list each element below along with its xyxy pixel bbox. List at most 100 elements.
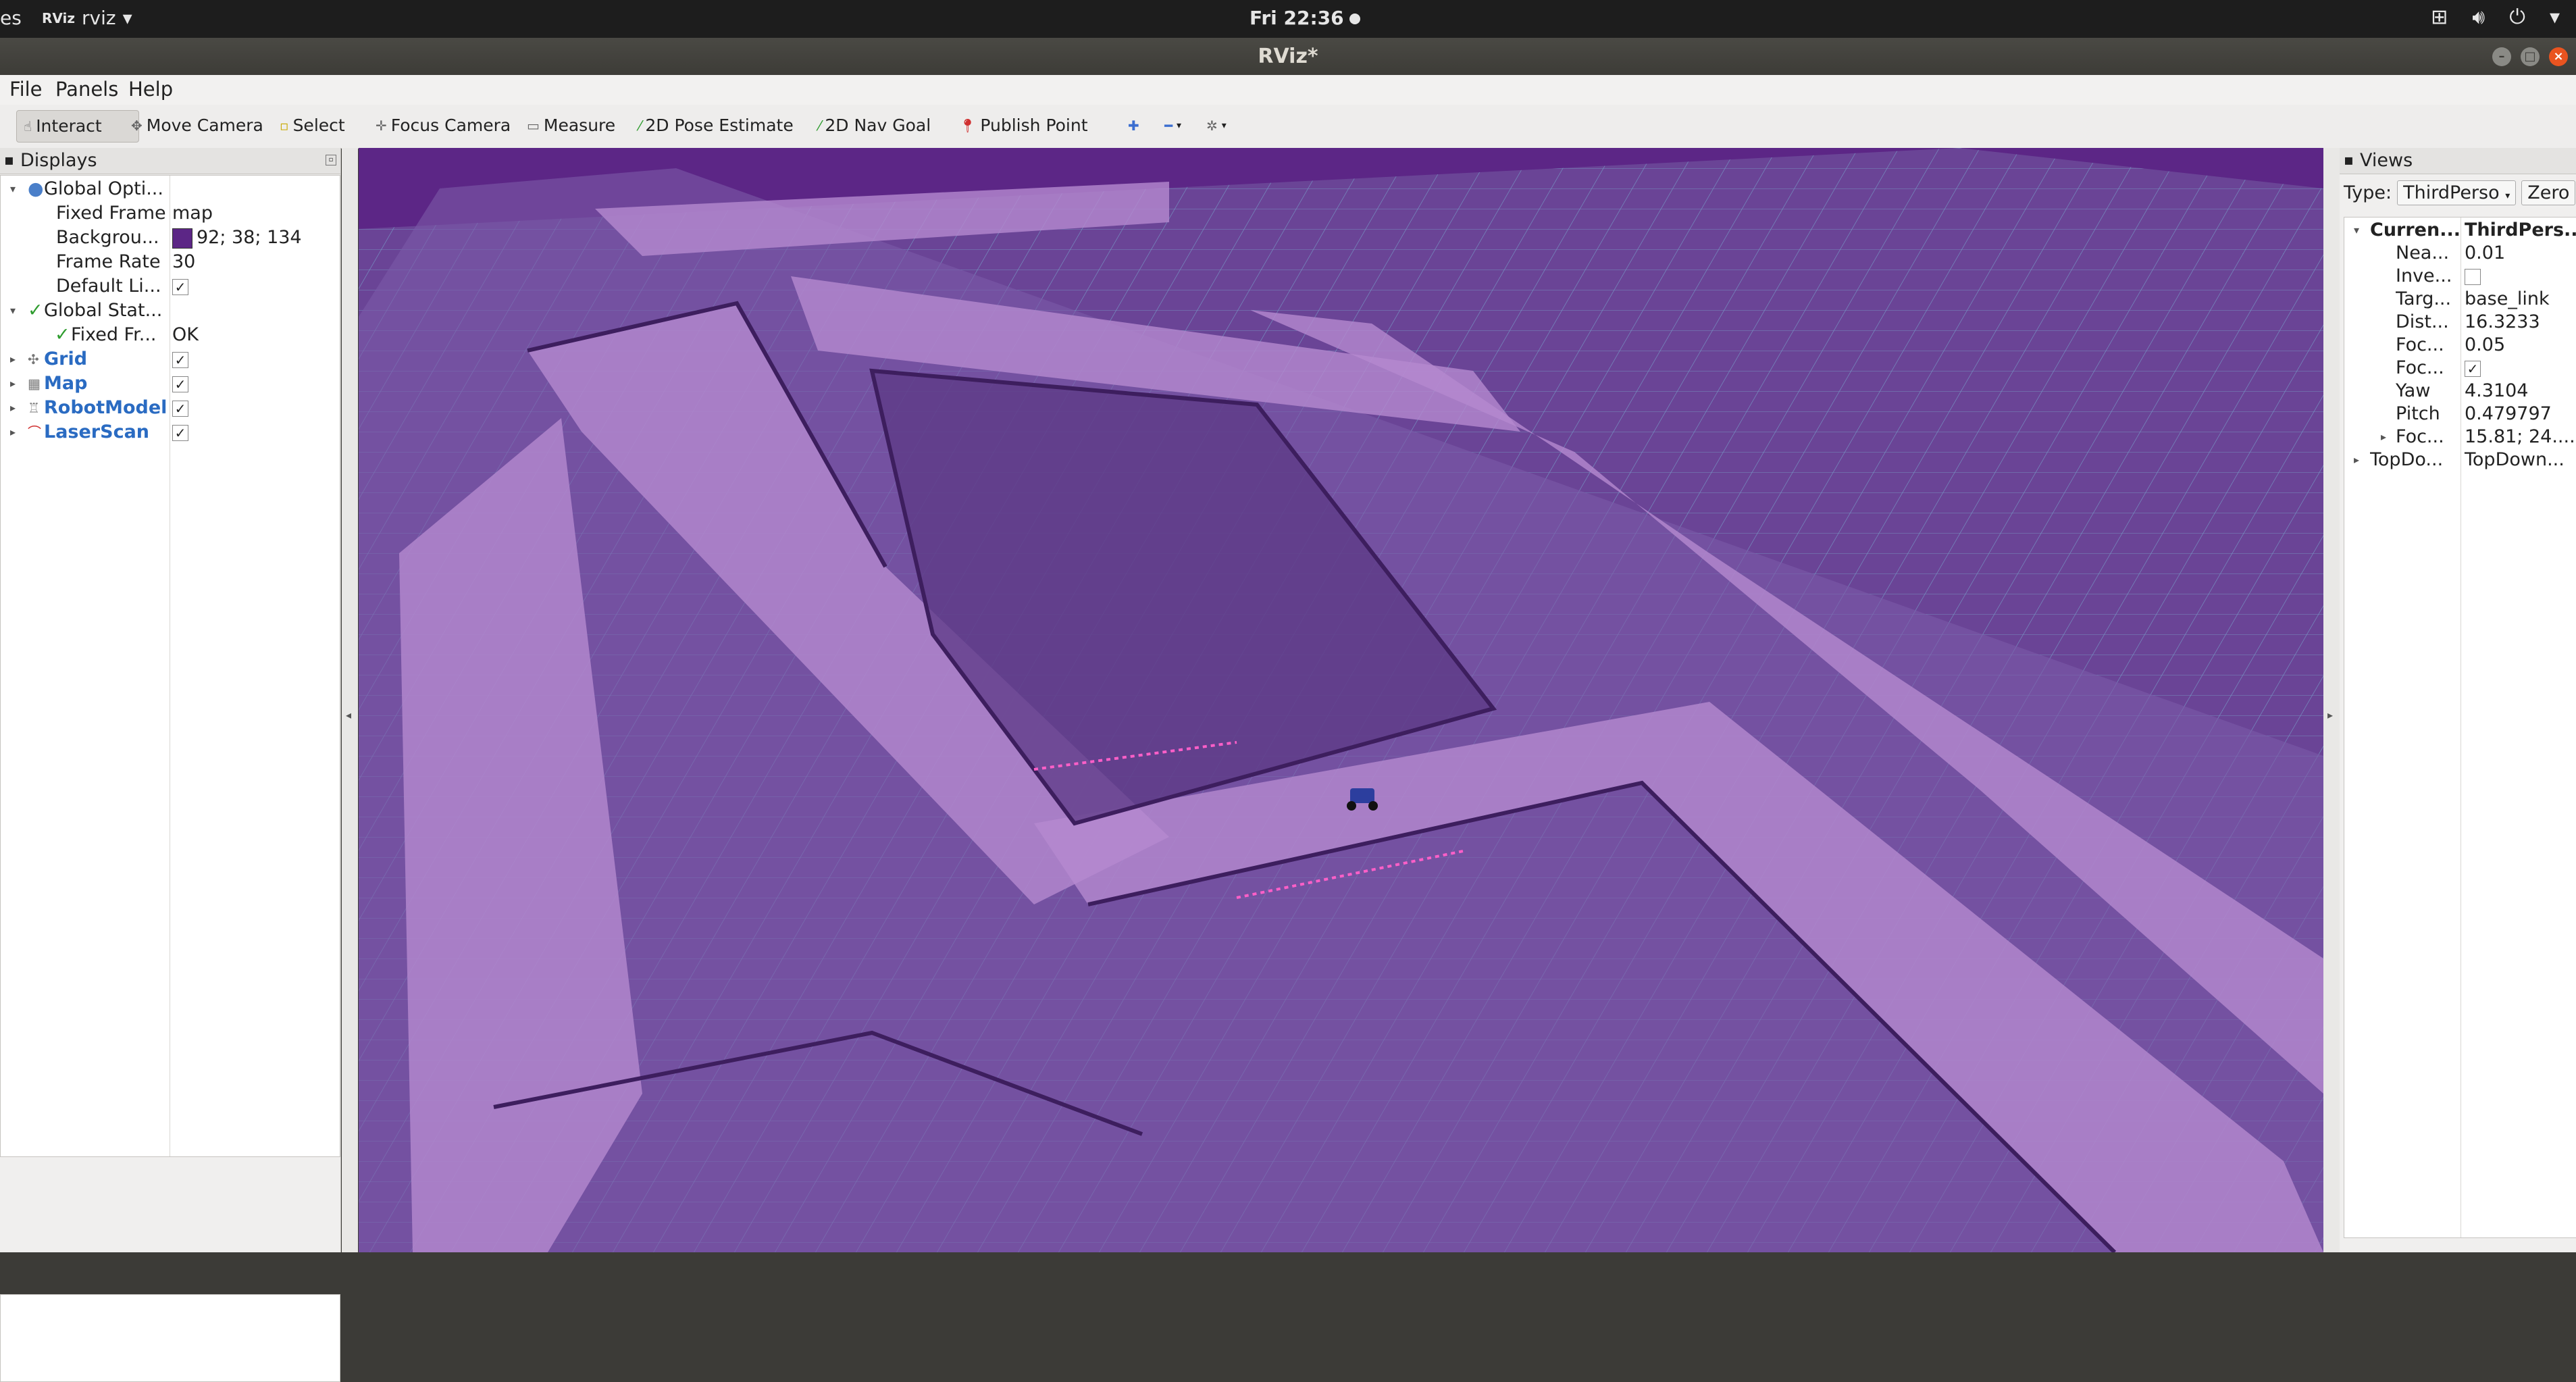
property-description-box [0, 1294, 340, 1382]
background-row[interactable]: Backgrou... 92; 38; 134 [1, 226, 340, 250]
chevron-down-icon[interactable]: ▾ [2550, 5, 2560, 29]
expand-arrow-icon[interactable]: ▸ [10, 347, 16, 372]
zero-button[interactable]: Zero [2521, 180, 2576, 205]
grid-icon: ✣ [28, 351, 39, 367]
fixed-frame-value[interactable]: map [172, 201, 213, 226]
focal-shape-fixed-label: Foc... [2396, 357, 2444, 378]
views-panel-header[interactable]: ▪ Views [2340, 148, 2576, 174]
expand-arrow-icon[interactable]: ▸ [10, 420, 16, 444]
yaw-row[interactable]: Yaw 4.3104 [2344, 380, 2576, 403]
frame-rate-row[interactable]: Frame Rate 30 [1, 250, 340, 274]
left-splitter-handle[interactable]: ◂ [342, 148, 358, 1252]
display-item-laserscan[interactable]: ▸ ⌒ LaserScan ✓ [1, 420, 340, 444]
pitch-row[interactable]: Pitch 0.479797 [2344, 403, 2576, 426]
map-enable-checkbox[interactable]: ✓ [172, 376, 188, 392]
target-frame-value[interactable]: base_link [2465, 288, 2550, 311]
frame-rate-value[interactable]: 30 [172, 250, 195, 274]
background-label: Backgrou... [56, 227, 159, 248]
select-tool-button[interactable]: ▫ Select [273, 110, 352, 141]
collapse-left-icon: ◂ [346, 709, 352, 721]
yaw-value[interactable]: 4.3104 [2465, 380, 2528, 403]
view-type-select[interactable]: ThirdPerso ▾ [2397, 180, 2517, 205]
display-item-map[interactable]: ▸ ▦ Map ✓ [1, 372, 340, 396]
global-options-label: Global Opti... [44, 178, 163, 199]
views-panel: ▪ Views Type: ThirdPerso ▾ Zero ▾ Curren… [2340, 148, 2576, 1252]
displays-panel-header[interactable]: ▪ Displays ▫ [0, 148, 340, 174]
topdown-view-row[interactable]: ▸ TopDo... TopDown... [2344, 449, 2576, 471]
expand-arrow-icon[interactable]: ▾ [10, 177, 16, 201]
robotmodel-enable-checkbox[interactable]: ✓ [172, 400, 188, 417]
menu-help[interactable]: Help [128, 78, 173, 101]
background-value[interactable]: 92; 38; 134 [172, 226, 302, 250]
nav-goal-tool-button[interactable]: ⁄ 2D Nav Goal [812, 110, 937, 141]
focal-point-row[interactable]: ▸ Foc... 15.81; 24.... [2344, 426, 2576, 449]
focus-camera-tool-button[interactable]: ✛ Focus Camera [369, 110, 517, 141]
invert-z-label: Inve... [2396, 265, 2452, 286]
near-clip-value[interactable]: 0.01 [2465, 242, 2505, 265]
expand-arrow-icon[interactable]: ▸ [10, 396, 16, 420]
render-3d-view[interactable] [359, 148, 2323, 1252]
volume-icon[interactable]: 🔊︎ [2472, 5, 2485, 29]
move-camera-tool-button[interactable]: ✥ Move Camera [124, 110, 270, 141]
activities-button[interactable]: es [0, 7, 22, 29]
gear-icon: ✲ [1206, 118, 1218, 134]
fixed-frame-row[interactable]: Fixed Frame map [1, 201, 340, 226]
expand-arrow-icon[interactable]: ▸ [2381, 426, 2386, 449]
tool-properties-button[interactable]: ✲ ▾ [1200, 110, 1233, 141]
views-tree: ▾ Curren... ThirdPers... Nea... 0.01 Inv… [2344, 217, 2576, 1238]
focal-shape-fixed-row[interactable]: Foc... ✓ [2344, 357, 2576, 380]
minimize-button[interactable]: – [2492, 47, 2511, 66]
publish-point-tool-button[interactable]: 📍︎ Publish Point [952, 110, 1095, 141]
expand-arrow-icon[interactable]: ▸ [10, 372, 16, 396]
distance-value[interactable]: 16.3233 [2465, 311, 2540, 334]
clock[interactable]: Fri 22:36 [1250, 7, 1360, 29]
topdown-view-value: TopDown... [2465, 449, 2565, 470]
menu-bar: File Panels Help [0, 75, 2576, 105]
expand-arrow-icon[interactable]: ▾ [10, 299, 16, 323]
focal-shape-size-label: Foc... [2396, 334, 2444, 355]
pitch-value[interactable]: 0.479797 [2465, 403, 2552, 426]
maximize-button[interactable]: □ [2521, 47, 2540, 66]
global-status-row[interactable]: ▾ ✓ Global Stat... [1, 299, 340, 323]
interact-tool-button[interactable]: ☝ Interact [16, 110, 139, 143]
focal-shape-fixed-checkbox[interactable]: ✓ [2465, 360, 2481, 377]
current-view-row[interactable]: ▾ Curren... ThirdPers... [2344, 219, 2576, 242]
default-light-row[interactable]: Default Li... ✓ [1, 274, 340, 299]
near-clip-row[interactable]: Nea... 0.01 [2344, 242, 2576, 265]
display-item-grid[interactable]: ▸ ✣ Grid ✓ [1, 347, 340, 372]
measure-tool-button[interactable]: ▭ Measure [520, 110, 622, 141]
display-item-robotmodel[interactable]: ▸ ♖ RobotModel ✓ [1, 396, 340, 420]
menu-panels[interactable]: Panels [55, 78, 118, 101]
chevron-down-icon: ▾ [122, 7, 132, 29]
default-light-checkbox[interactable]: ✓ [172, 278, 188, 295]
focal-shape-size-value[interactable]: 0.05 [2465, 334, 2505, 357]
network-icon[interactable]: ⊞ [2431, 5, 2448, 29]
menu-file[interactable]: File [9, 78, 43, 101]
focal-shape-size-row[interactable]: Foc... 0.05 [2344, 334, 2576, 357]
distance-row[interactable]: Dist... 16.3233 [2344, 311, 2576, 334]
undock-icon[interactable]: ▫ [326, 155, 336, 165]
power-icon[interactable]: ⏻ [2509, 5, 2525, 29]
expand-arrow-icon[interactable]: ▸ [2354, 449, 2359, 471]
grid-enable-checkbox[interactable]: ✓ [172, 351, 188, 368]
invert-z-checkbox[interactable] [2465, 268, 2481, 285]
target-frame-row[interactable]: Targ... base_link [2344, 288, 2576, 311]
focal-point-value[interactable]: 15.81; 24.... [2465, 426, 2575, 449]
fixed-frame-status-row[interactable]: ✓ Fixed Fr... OK [1, 323, 340, 347]
close-button[interactable]: × [2549, 47, 2568, 66]
chevron-down-icon: ▾ [1221, 120, 1227, 131]
app-menu[interactable]: RViz rviz ▾ [42, 7, 132, 29]
right-splitter-handle[interactable]: ▸ [2323, 148, 2340, 1252]
system-tray[interactable]: ⊞ 🔊︎ ⏻ ▾ [2431, 5, 2560, 29]
add-tool-button[interactable]: ✚ [1121, 110, 1146, 141]
global-options-row[interactable]: ▾ ● Global Opti... [1, 177, 340, 201]
pose-estimate-tool-button[interactable]: ⁄ 2D Pose Estimate [632, 110, 800, 141]
color-swatch[interactable] [172, 228, 192, 249]
chevron-down-icon: ▾ [1177, 120, 1182, 131]
expand-arrow-icon[interactable]: ▾ [2354, 219, 2359, 242]
laserscan-enable-checkbox[interactable]: ✓ [172, 424, 188, 441]
window-title-bar[interactable]: RViz* – □ × [0, 38, 2576, 75]
remove-tool-button[interactable]: ━ ▾ [1158, 110, 1188, 141]
invert-z-row[interactable]: Inve... [2344, 265, 2576, 288]
ruler-icon: ▭ [527, 118, 540, 134]
